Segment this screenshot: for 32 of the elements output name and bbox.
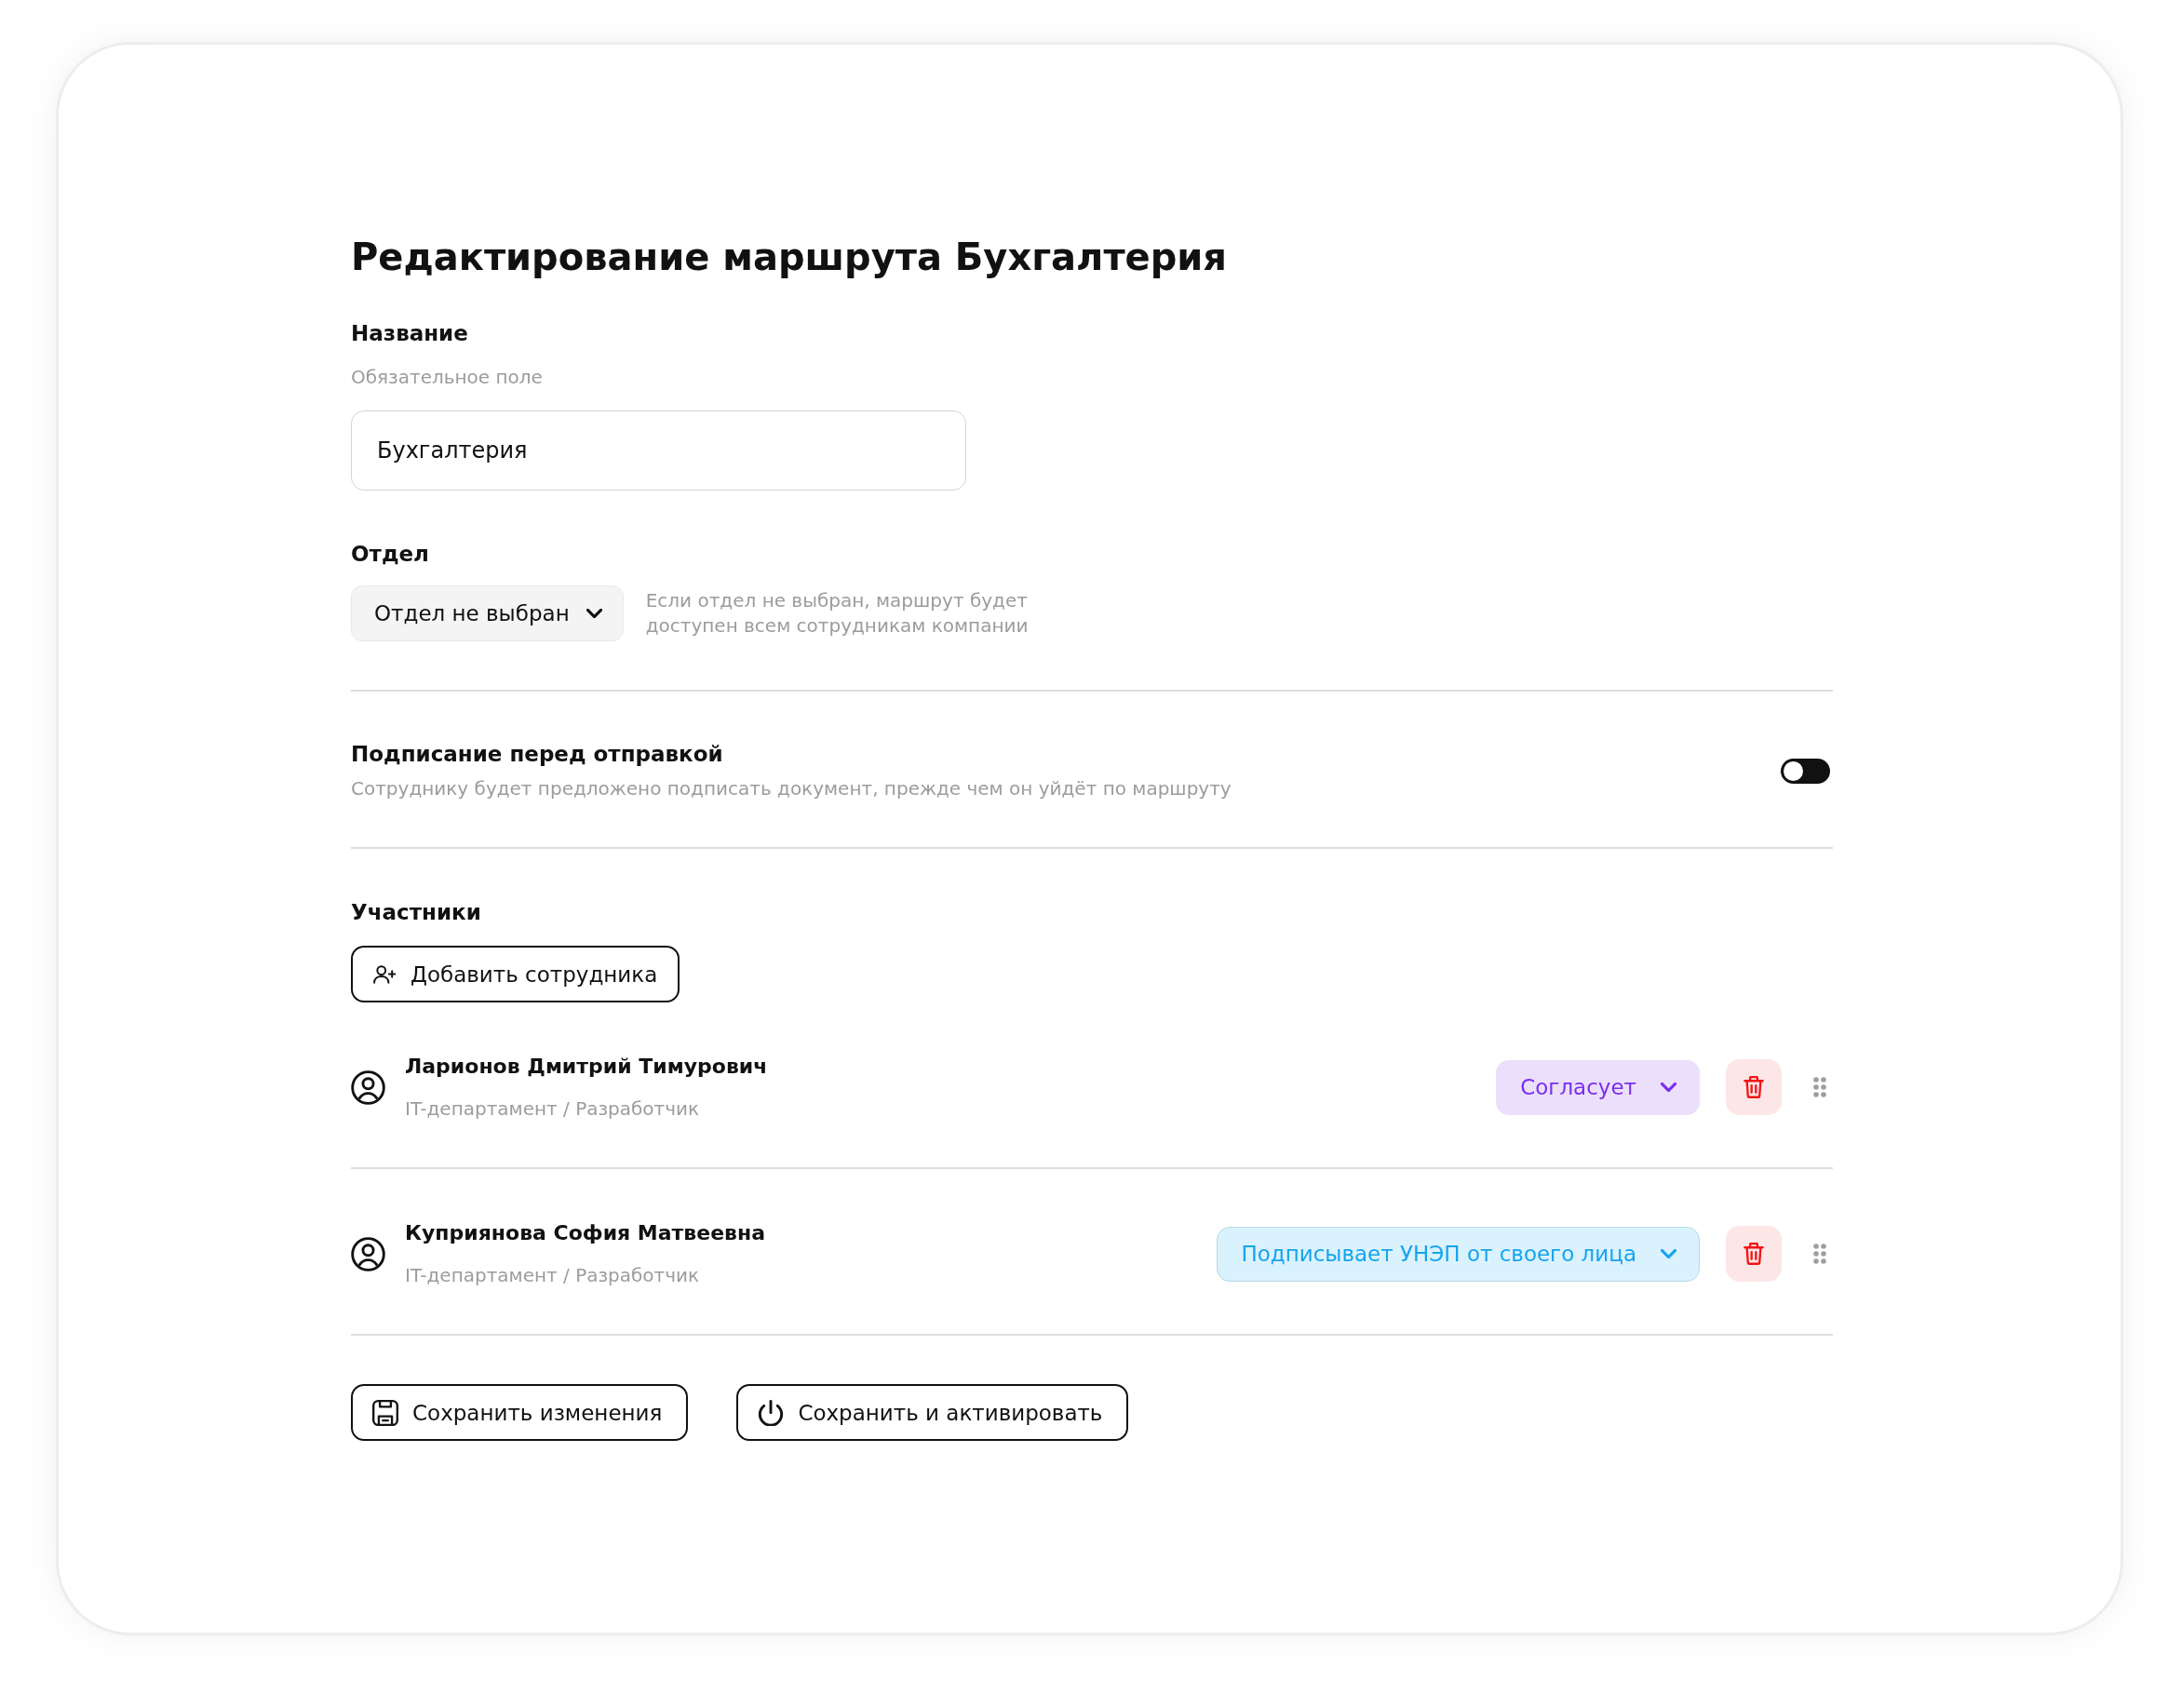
delete-button[interactable] bbox=[1726, 1059, 1782, 1115]
drag-handle-icon[interactable] bbox=[1813, 1077, 1826, 1097]
save-button[interactable]: Сохранить изменения bbox=[351, 1384, 689, 1441]
department-dropdown[interactable]: Отдел не выбран bbox=[351, 585, 624, 641]
toggle-switch[interactable] bbox=[1781, 758, 1830, 784]
setting-title: Подписание перед отправкой bbox=[351, 741, 723, 768]
participant-name: Ларионов Дмитрий Тимурович bbox=[405, 1054, 768, 1080]
chevron-down-icon bbox=[586, 609, 602, 618]
setting-description: Сотруднику будет предложено подписать документ, прежде чем он уйдёт по маршруту bbox=[351, 776, 1232, 801]
page-title: Редактирование маршрута Бухгалтерия bbox=[351, 235, 1228, 279]
drag-handle-icon[interactable] bbox=[1813, 1244, 1826, 1264]
department-note: Если отдел не выбран, маршрут будет доступен всем сотрудникам компании bbox=[645, 588, 1030, 639]
participant-department: IT-департамент / Разработчик bbox=[405, 1263, 700, 1288]
participant-name: Куприянова София Матвеевна bbox=[405, 1220, 766, 1246]
activate-button[interactable]: Сохранить и активировать bbox=[736, 1384, 1129, 1441]
user-avatar-icon bbox=[351, 1069, 385, 1105]
user-plus-icon bbox=[373, 963, 396, 985]
section-heading: Участники bbox=[351, 899, 481, 926]
trash-icon bbox=[1743, 1076, 1764, 1098]
user-avatar-icon bbox=[351, 1236, 385, 1271]
power-icon bbox=[758, 1399, 785, 1426]
delete-button[interactable] bbox=[1726, 1226, 1782, 1282]
chevron-down-icon bbox=[1661, 1249, 1676, 1258]
trash-icon bbox=[1743, 1243, 1764, 1265]
name-input[interactable]: Бухгалтерия bbox=[351, 410, 966, 491]
field-hint: Обязательное поле bbox=[351, 365, 543, 390]
role-dropdown[interactable]: Согласует bbox=[1496, 1059, 1700, 1115]
participant-department: IT-департамент / Разработчик bbox=[405, 1096, 700, 1122]
chevron-down-icon bbox=[1661, 1083, 1676, 1092]
add-employee-button[interactable]: Добавить сотрудника bbox=[351, 946, 680, 1002]
field-label: Отдел bbox=[351, 541, 429, 568]
field-label: Название bbox=[351, 320, 468, 347]
